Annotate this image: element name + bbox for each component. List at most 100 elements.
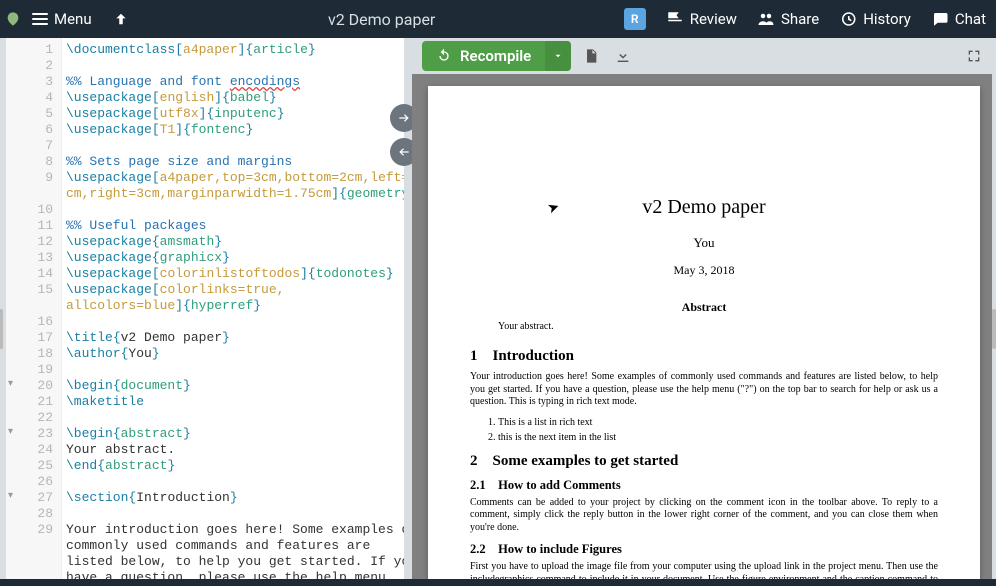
line-number	[6, 570, 61, 586]
chat-label: Chat	[955, 10, 986, 28]
code-line[interactable]: Your abstract.	[66, 442, 402, 458]
pdf-abstract-head: Abstract	[470, 300, 938, 315]
code-line[interactable]	[66, 138, 402, 154]
editor-pane: 1234567891011121314151617181920212223242…	[6, 38, 404, 579]
pdf-sec22-head: 2.2 How to include Figures	[470, 542, 938, 557]
logs-button[interactable]	[579, 44, 603, 68]
line-number: 1	[6, 42, 61, 58]
brand-logo[interactable]	[4, 10, 22, 28]
code-line[interactable]: \usepackage[colorlinks=true,	[66, 282, 402, 298]
pane-splitter[interactable]	[404, 38, 412, 579]
code-line[interactable]	[66, 474, 402, 490]
code-line[interactable]: \begin{document}	[66, 378, 402, 394]
line-number: 6	[6, 122, 61, 138]
line-number: 11	[6, 218, 61, 234]
line-number: 20	[6, 378, 61, 394]
line-number: 22	[6, 410, 61, 426]
line-number: 29	[6, 522, 61, 538]
chat-button[interactable]: Chat	[921, 0, 996, 38]
recompile-dropdown[interactable]	[545, 41, 571, 71]
code-line[interactable]: Your introduction goes here! Some exampl…	[66, 522, 402, 538]
share-button[interactable]: Share	[747, 0, 829, 38]
line-number: 8	[6, 154, 61, 170]
code-line[interactable]: have a question, please use the help men…	[66, 570, 402, 579]
line-number: 23	[6, 426, 61, 442]
code-line[interactable]: allcolors=blue]{hyperref}	[66, 298, 402, 314]
code-line[interactable]	[66, 314, 402, 330]
code-line[interactable]: \usepackage[colorinlistoftodos]{todonote…	[66, 266, 402, 282]
code-line[interactable]: %% Useful packages	[66, 218, 402, 234]
code-line[interactable]: cm,right=3cm,marginparwidth=1.75cm]{geom…	[66, 186, 402, 202]
code-line[interactable]: \usepackage[a4paper,top=3cm,bottom=2cm,l…	[66, 170, 402, 186]
pdf-sec1-body: Your introduction goes here! Some exampl…	[470, 371, 938, 409]
code-line[interactable]: \author{You}	[66, 346, 402, 362]
line-number: 27	[6, 490, 61, 506]
right-gutter-handle[interactable]	[992, 309, 996, 349]
download-icon	[615, 48, 631, 64]
line-number: 21	[6, 394, 61, 410]
user-avatar[interactable]: R	[624, 8, 646, 30]
line-number: 15	[6, 282, 61, 298]
code-line[interactable]: \begin{abstract}	[66, 426, 402, 442]
code-line[interactable]: \usepackage[utf8x]{inputenc}	[66, 106, 402, 122]
line-number	[6, 554, 61, 570]
right-handle[interactable]	[992, 38, 996, 579]
code-editor[interactable]: \documentclass[a4paper]{article} %% Langu…	[62, 38, 404, 579]
code-line[interactable]: \usepackage{graphicx}	[66, 250, 402, 266]
menu-label: Menu	[54, 10, 92, 28]
review-icon	[666, 10, 684, 28]
line-number: 16	[6, 314, 61, 330]
code-line[interactable]: listed below, to help you get started. I…	[66, 554, 402, 570]
code-line[interactable]: \end{abstract}	[66, 458, 402, 474]
code-line[interactable]: \maketitle	[66, 394, 402, 410]
line-number: 2	[6, 58, 61, 74]
code-line[interactable]: \usepackage{amsmath}	[66, 234, 402, 250]
pdf-sec21-body: Comments can be added to your project by…	[470, 497, 938, 535]
left-gutter-handle[interactable]	[0, 309, 3, 349]
pdf-abstract-body: Your abstract.	[498, 321, 910, 332]
code-line[interactable]: commonly used commands and features are	[66, 538, 402, 554]
code-line[interactable]	[66, 410, 402, 426]
menu-button[interactable]: Menu	[22, 0, 102, 38]
history-icon	[839, 10, 857, 28]
history-button[interactable]: History	[829, 0, 921, 38]
code-line[interactable]: \documentclass[a4paper]{article}	[66, 42, 402, 58]
recompile-label: Recompile	[460, 47, 531, 65]
pdf-list: This is a list in rich text this is the …	[498, 417, 938, 443]
topbar: Menu v2 Demo paper R Review Share Histor…	[0, 0, 996, 38]
review-button[interactable]: Review	[656, 0, 747, 38]
code-line[interactable]	[66, 362, 402, 378]
code-line[interactable]: \title{v2 Demo paper}	[66, 330, 402, 346]
fullscreen-button[interactable]	[962, 44, 986, 68]
history-label: History	[863, 10, 911, 28]
line-number: 7	[6, 138, 61, 154]
share-icon	[757, 10, 775, 28]
line-number: 9	[6, 170, 61, 186]
pdf-author: You	[470, 235, 938, 251]
arrow-left-icon	[397, 145, 411, 159]
pdf-sec1-head: 1 Introduction	[470, 348, 938, 365]
code-line[interactable]: %% Sets page size and margins	[66, 154, 402, 170]
line-number: 26	[6, 474, 61, 490]
pdf-sec21-head: 2.1 How to add Comments	[470, 478, 938, 493]
pdf-date: May 3, 2018	[470, 263, 938, 278]
share-label: Share	[781, 10, 819, 28]
code-line[interactable]	[66, 58, 402, 74]
pdf-viewport[interactable]: ➤ v2 Demo paper You May 3, 2018 Abstract…	[412, 74, 996, 579]
refresh-icon	[436, 48, 452, 64]
pdf-sec2-head: 2 Some examples to get started	[470, 453, 938, 470]
chevron-down-icon	[553, 51, 563, 61]
code-line[interactable]	[66, 506, 402, 522]
code-line[interactable]: \usepackage[T1]{fontenc}	[66, 122, 402, 138]
code-line[interactable]: \section{Introduction}	[66, 490, 402, 506]
pdf-title: v2 Demo paper	[470, 196, 938, 219]
line-number	[6, 538, 61, 554]
pdf-list-item: this is the next item in the list	[498, 432, 938, 443]
up-level-button[interactable]	[102, 0, 140, 38]
code-line[interactable]	[66, 202, 402, 218]
download-button[interactable]	[611, 44, 635, 68]
line-number: 5	[6, 106, 61, 122]
code-line[interactable]: %% Language and font encodings	[66, 74, 402, 90]
code-line[interactable]: \usepackage[english]{babel}	[66, 90, 402, 106]
recompile-button[interactable]: Recompile	[422, 41, 571, 71]
